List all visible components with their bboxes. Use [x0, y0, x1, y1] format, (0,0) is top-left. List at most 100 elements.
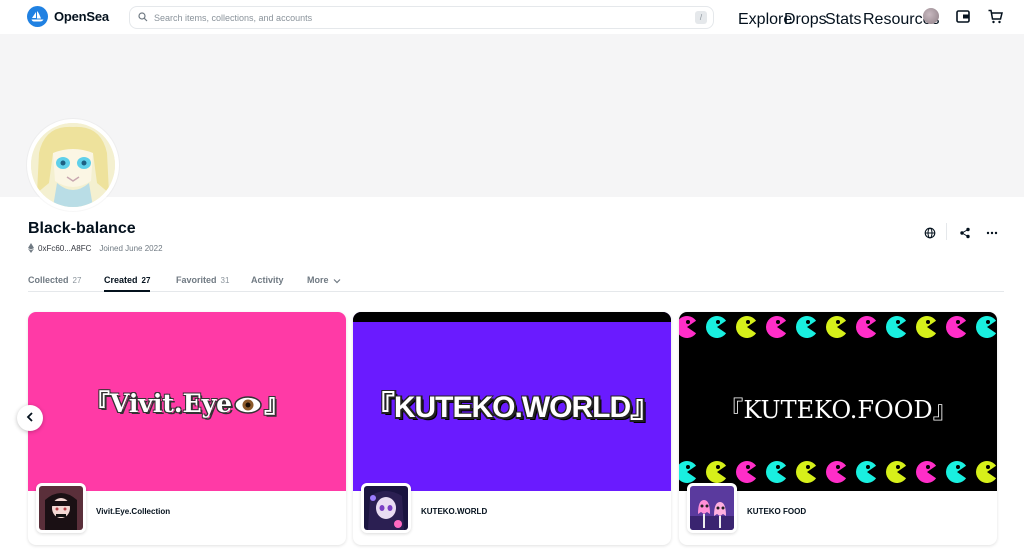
pacman-shape	[796, 461, 817, 483]
tab-count: 27	[141, 276, 151, 285]
search-bar[interactable]: /	[129, 6, 714, 29]
pacman-shape	[706, 461, 727, 483]
pacman-eye	[686, 465, 690, 469]
pacman-shape	[766, 461, 787, 483]
share-icon[interactable]	[959, 226, 971, 239]
pacman-eye	[686, 320, 690, 324]
pacman-eye	[926, 320, 930, 324]
pacman-eye	[896, 465, 900, 469]
pacman-shape	[916, 316, 937, 338]
collection-card-kuteko-world[interactable]: 『KUTEKO.WORLD』 KUTEKO.WORLD	[353, 312, 671, 545]
tab-more[interactable]: More	[307, 275, 341, 292]
pacman-eye	[866, 320, 870, 324]
collection-card-kuteko-food[interactable]: 『KUTEKO.FOOD』 KUTEKO FOOD	[679, 312, 997, 545]
pacman-eye	[806, 320, 810, 324]
profile-meta: 0xFc60...A8FC Joined June 2022	[28, 243, 163, 253]
search-shortcut-key: /	[695, 11, 707, 24]
website-globe-icon[interactable]	[924, 226, 936, 239]
pacman-eye	[746, 320, 750, 324]
chevron-down-icon	[333, 276, 341, 286]
pacman-eye	[776, 465, 780, 469]
collection-card-vivit-eye[interactable]: 『Vivit.Eye 』 Vivit.Eye.Collection	[28, 312, 346, 545]
chevron-left-icon	[26, 409, 34, 427]
pacman-eye	[866, 465, 870, 469]
collection-name[interactable]: KUTEKO FOOD	[747, 507, 806, 516]
tab-label: More	[307, 275, 329, 285]
pacman-shape	[916, 461, 937, 483]
pacman-shape	[886, 316, 907, 338]
banner-top-bar	[353, 312, 671, 322]
eye-icon	[234, 391, 262, 420]
pacman-eye	[926, 465, 930, 469]
carousel-prev-button[interactable]	[17, 405, 43, 431]
top-header: OpenSea / Explore Drops Stats Resources	[0, 0, 1024, 34]
more-options-icon[interactable]	[986, 226, 998, 238]
tab-label: Activity	[251, 275, 284, 285]
opensea-ship-icon	[27, 6, 48, 27]
brand-name: OpenSea	[54, 9, 109, 24]
pacman-shape	[856, 461, 877, 483]
tab-activity[interactable]: Activity	[251, 275, 284, 292]
pacman-eye	[746, 465, 750, 469]
profile-avatar	[27, 119, 119, 211]
pacman-eye	[956, 320, 960, 324]
pacman-shape	[826, 461, 847, 483]
joined-date: Joined June 2022	[99, 243, 163, 253]
pacman-shape	[796, 316, 817, 338]
tab-count: 27	[72, 276, 82, 285]
search-input[interactable]	[154, 12, 674, 23]
banner-title: 『KUTEKO.FOOD』	[719, 396, 957, 424]
tab-created[interactable]: Created 27	[104, 275, 151, 292]
pacman-eye	[896, 320, 900, 324]
pacman-eye	[806, 465, 810, 469]
collection-logo	[361, 483, 411, 533]
tab-count: 31	[220, 276, 230, 285]
tab-label: Collected	[28, 275, 69, 285]
nav-drops[interactable]: Drops	[784, 11, 827, 29]
pacman-shape	[946, 316, 967, 338]
user-avatar[interactable]	[923, 8, 939, 24]
pacman-eye	[716, 320, 720, 324]
pacman-shape	[856, 316, 877, 338]
wallet-icon[interactable]	[956, 10, 970, 23]
pacman-eye	[956, 465, 960, 469]
collection-logo	[36, 483, 86, 533]
pacman-shape	[679, 316, 697, 338]
tab-label: Created	[104, 275, 138, 285]
pacman-shape	[826, 316, 847, 338]
profile-name: Black-balance	[28, 220, 136, 237]
banner-title-end: 』	[264, 389, 290, 418]
profile-tabs: Collected 27 Created 27 Favorited 31 Activi…	[28, 274, 1004, 292]
cart-icon[interactable]	[988, 9, 1003, 24]
pacman-shape	[706, 316, 727, 338]
pacman-eye	[986, 320, 990, 324]
opensea-logo[interactable]: OpenSea	[27, 6, 109, 27]
tab-favorited[interactable]: Favorited 31	[176, 275, 229, 292]
banner-title-text: 『Vivit.Eye	[84, 389, 233, 418]
pacman-shape	[946, 461, 967, 483]
banner-title: 『KUTEKO.WORLD』	[364, 391, 660, 424]
pacman-shape	[679, 461, 697, 483]
collection-name[interactable]: Vivit.Eye.Collection	[96, 507, 170, 516]
collection-banner: 『KUTEKO.WORLD』	[353, 312, 671, 491]
pacman-eye	[776, 320, 780, 324]
tab-label: Favorited	[176, 275, 217, 285]
tab-collected[interactable]: Collected 27	[28, 275, 81, 292]
pacman-eye	[986, 465, 990, 469]
search-icon	[138, 9, 148, 27]
pacman-shape	[886, 461, 907, 483]
pacman-eye	[836, 320, 840, 324]
collection-name[interactable]: KUTEKO.WORLD	[421, 507, 487, 516]
wallet-address[interactable]: 0xFc60...A8FC	[38, 244, 91, 253]
ethereum-icon	[28, 243, 34, 253]
pacman-eye	[836, 465, 840, 469]
collection-logo	[687, 483, 737, 533]
pacman-shape	[976, 316, 997, 338]
banner-title: 『Vivit.Eye 』	[28, 384, 346, 420]
actions-divider	[946, 223, 947, 240]
nav-stats[interactable]: Stats	[825, 11, 861, 29]
pacman-shape	[736, 316, 757, 338]
collection-banner: 『Vivit.Eye 』	[28, 312, 346, 491]
pacman-shape	[766, 316, 787, 338]
pacman-shape	[976, 461, 997, 483]
